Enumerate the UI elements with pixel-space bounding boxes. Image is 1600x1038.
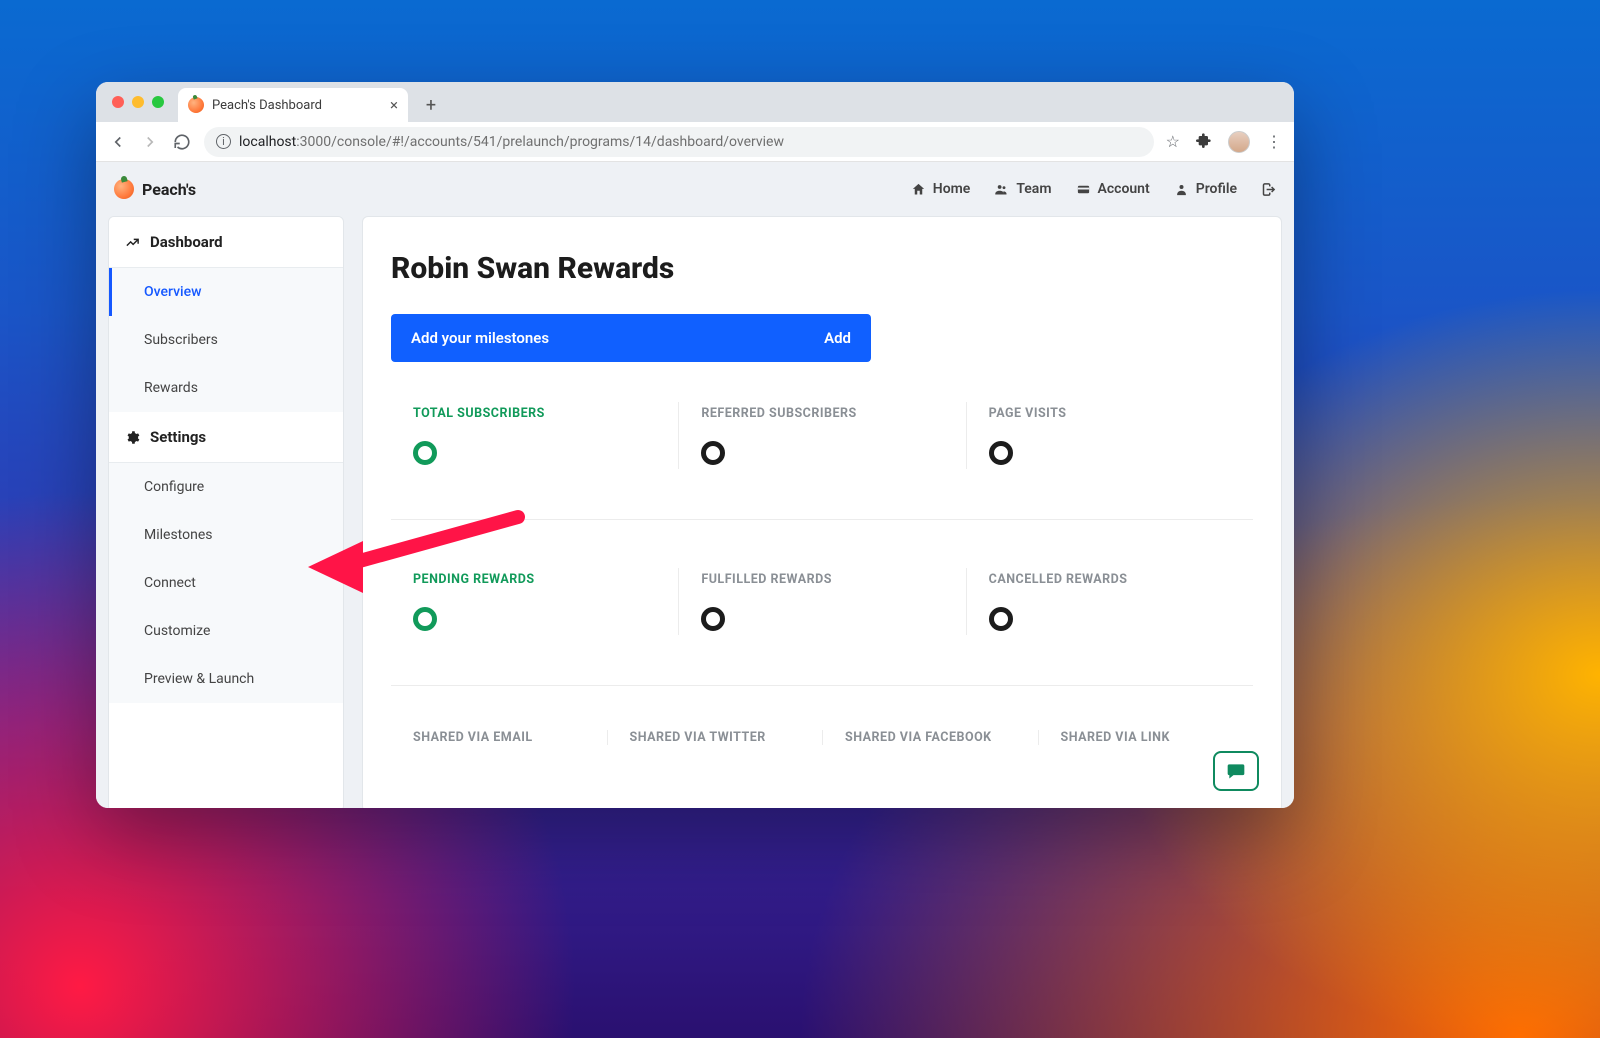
main-panel: Robin Swan Rewards Add your milestones A… (362, 216, 1282, 808)
sidebar-item-overview[interactable]: Overview (109, 268, 343, 316)
stat-cancelled-rewards: CANCELLED REWARDS (966, 568, 1253, 635)
brand-name: Peach's (142, 180, 196, 199)
site-info-icon[interactable]: i (216, 134, 231, 149)
nav-account[interactable]: Account (1076, 181, 1150, 197)
nav-team[interactable]: Team (994, 181, 1051, 197)
sidebar-item-preview-launch[interactable]: Preview & Launch (109, 655, 343, 703)
logout-icon (1261, 182, 1276, 197)
reload-button[interactable] (172, 132, 192, 152)
app-shell: Peach's Home Team Account (96, 162, 1294, 808)
home-icon (911, 182, 926, 197)
stat-page-visits: PAGE VISITS (966, 402, 1253, 469)
back-button[interactable] (108, 132, 128, 152)
profile-avatar-icon[interactable] (1228, 131, 1250, 153)
stat-value (413, 441, 437, 465)
shared-via-link: SHARED VIA LINK (1038, 730, 1254, 745)
nav-home[interactable]: Home (911, 181, 971, 197)
sidebar-item-configure[interactable]: Configure (109, 463, 343, 511)
gear-icon (125, 430, 140, 445)
tabstrip: Peach's Dashboard × + (96, 82, 1294, 122)
shared-via-email: SHARED VIA EMAIL (391, 730, 607, 745)
sidebar-section-settings[interactable]: Settings (109, 412, 343, 463)
chat-icon (1226, 761, 1246, 781)
cta-action[interactable]: Add (824, 329, 851, 347)
address-bar: i localhost:3000/console/#!/accounts/541… (96, 122, 1294, 162)
sidebar-item-connect[interactable]: Connect (109, 559, 343, 607)
peach-logo-icon (114, 179, 134, 199)
stat-value (413, 607, 437, 631)
chat-fab[interactable] (1213, 751, 1259, 791)
sidebar-item-milestones[interactable]: Milestones (109, 511, 343, 559)
stat-value (989, 607, 1013, 631)
sidebar-item-subscribers[interactable]: Subscribers (109, 316, 343, 364)
new-tab-button[interactable]: + (416, 90, 446, 120)
window-close[interactable] (112, 96, 124, 108)
extensions-icon[interactable] (1196, 132, 1212, 152)
topnav: Home Team Account Profile (911, 181, 1276, 197)
sidebar-section-dashboard[interactable]: Dashboard (109, 217, 343, 268)
stat-pending-rewards: PENDING REWARDS (391, 568, 678, 635)
app-topbar: Peach's Home Team Account (96, 162, 1294, 216)
forward-button[interactable] (140, 132, 160, 152)
window-controls (112, 96, 164, 108)
browser-tab[interactable]: Peach's Dashboard × (178, 88, 408, 122)
page-title: Robin Swan Rewards (391, 251, 1253, 286)
team-icon (994, 182, 1009, 197)
close-tab-icon[interactable]: × (390, 96, 398, 114)
bookmark-icon[interactable]: ☆ (1166, 132, 1180, 151)
add-milestones-bar[interactable]: Add your milestones Add (391, 314, 871, 362)
nav-profile[interactable]: Profile (1174, 181, 1237, 197)
shared-via-facebook: SHARED VIA FACEBOOK (822, 730, 1038, 745)
sidebar-settings-items: Configure Milestones Connect Customize P… (109, 463, 343, 703)
stat-value (989, 441, 1013, 465)
stat-fulfilled-rewards: FULFILLED REWARDS (678, 568, 965, 635)
shared-via-twitter: SHARED VIA TWITTER (607, 730, 823, 745)
window-zoom[interactable] (152, 96, 164, 108)
user-icon (1174, 182, 1189, 197)
stat-value (701, 607, 725, 631)
stat-referred-subscribers: REFERRED SUBSCRIBERS (678, 402, 965, 469)
shared-row: SHARED VIA EMAIL SHARED VIA TWITTER SHAR… (391, 730, 1253, 745)
sidebar-dashboard-items: Overview Subscribers Rewards (109, 268, 343, 412)
url-text: localhost:3000/console/#!/accounts/541/p… (239, 134, 784, 150)
stat-value (701, 441, 725, 465)
nav-logout[interactable] (1261, 182, 1276, 197)
brand[interactable]: Peach's (114, 179, 196, 199)
omnibox[interactable]: i localhost:3000/console/#!/accounts/541… (204, 127, 1154, 157)
sidebar-item-customize[interactable]: Customize (109, 607, 343, 655)
chart-icon (125, 235, 140, 250)
browser-menu-icon[interactable]: ⋮ (1266, 132, 1282, 151)
stats-row-1: TOTAL SUBSCRIBERS REFERRED SUBSCRIBERS P… (391, 402, 1253, 520)
stat-total-subscribers: TOTAL SUBSCRIBERS (391, 402, 678, 469)
window-minimize[interactable] (132, 96, 144, 108)
card-icon (1076, 182, 1091, 197)
browser-window: Peach's Dashboard × + i localhost:3000/c… (96, 82, 1294, 808)
stats-row-2: PENDING REWARDS FULFILLED REWARDS CANCEL… (391, 568, 1253, 686)
cta-text: Add your milestones (411, 329, 549, 347)
desktop-wallpaper: Peach's Dashboard × + i localhost:3000/c… (0, 0, 1600, 1038)
sidebar: Dashboard Overview Subscribers Rewards S… (108, 216, 344, 808)
sidebar-item-rewards[interactable]: Rewards (109, 364, 343, 412)
tab-title: Peach's Dashboard (212, 98, 322, 113)
peach-favicon-icon (188, 97, 204, 113)
